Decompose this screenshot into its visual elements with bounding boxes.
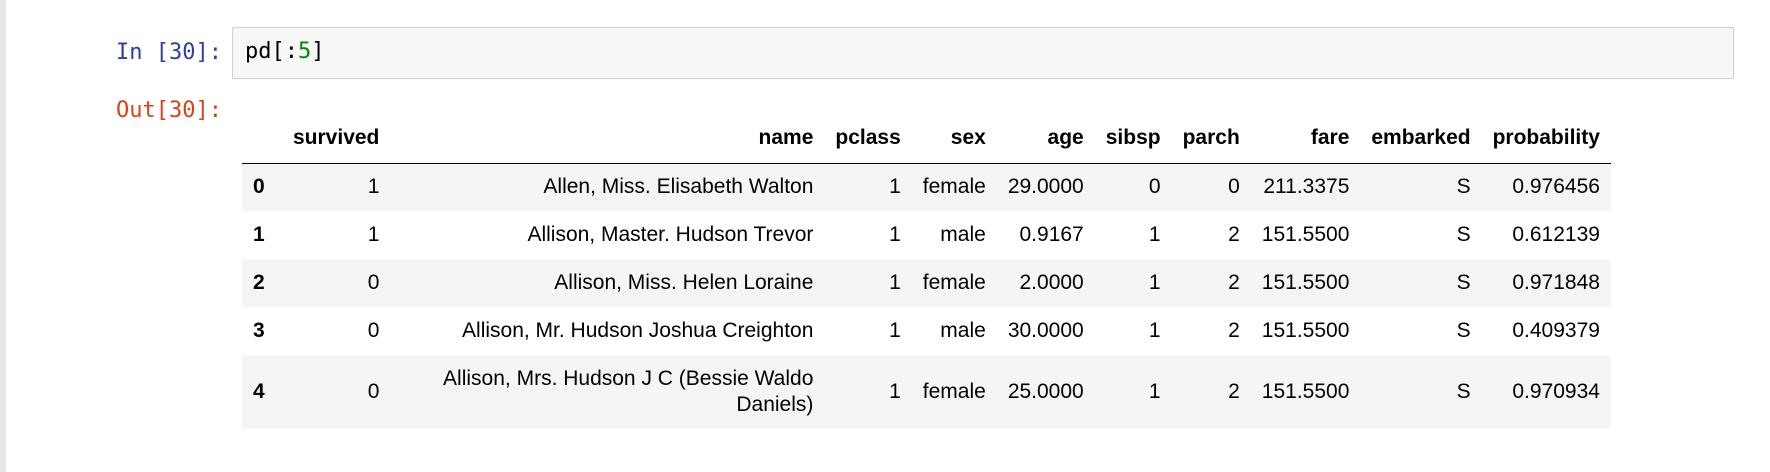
cell-pclass: 1: [889, 223, 901, 246]
cell-fare: 151.5500: [1261, 319, 1350, 342]
cell-sex: female: [922, 380, 986, 403]
cell-embarked: S: [1456, 271, 1471, 294]
cell-probability: 0.976456: [1512, 175, 1600, 199]
header-pclass: pclass: [824, 118, 912, 164]
cell-fare: 151.5500: [1261, 223, 1350, 246]
dataframe-table: survived name pclass sex age sibsp parch…: [242, 118, 1611, 429]
cell-age: 25.0000: [1007, 380, 1084, 403]
cell-probability: 0.971848: [1512, 271, 1600, 294]
cell-age: 0.9167: [1019, 223, 1084, 246]
notebook-area: In [30]: pd[:5] Out[30]: survived name p…: [6, 0, 1770, 472]
cell-sex: female: [922, 271, 986, 294]
header-probability: probability: [1481, 118, 1611, 164]
cell-pclass: 1: [889, 175, 901, 199]
cell-sex: female: [922, 175, 986, 199]
cell-sibsp: 1: [1148, 223, 1161, 246]
cell-survived: 0: [367, 271, 380, 294]
code-prefix: pd[:: [245, 39, 298, 64]
cell-sibsp: 0: [1148, 175, 1161, 199]
cell-embarked: S: [1456, 175, 1471, 199]
cell-pclass: 1: [889, 319, 901, 342]
cell-survived: 0: [367, 319, 380, 342]
cell-fare: 151.5500: [1261, 380, 1350, 403]
cell-survived: 1: [367, 223, 380, 246]
row-index: 0: [253, 175, 265, 199]
table-row: 0 1 Allen, Miss. Elisabeth Walton 1 fema…: [242, 163, 1611, 211]
cell-parch: 2: [1228, 319, 1240, 342]
cell-pclass: 1: [889, 271, 901, 294]
code-text[interactable]: pd[:5]: [245, 39, 324, 64]
header-fare: fare: [1250, 118, 1361, 164]
cell-embarked: S: [1456, 319, 1471, 342]
cell-embarked: S: [1456, 380, 1471, 403]
cell-parch: 0: [1228, 175, 1240, 199]
cell-parch: 2: [1228, 223, 1240, 246]
cell-fare: 151.5500: [1261, 271, 1350, 294]
cell-sibsp: 1: [1148, 319, 1161, 342]
header-name: name: [390, 118, 825, 164]
cell-name-line1: Allison, Mrs. Hudson J C (Bessie Waldo: [443, 367, 814, 390]
cell-sibsp: 1: [1148, 380, 1161, 403]
cell-age: 30.0000: [1007, 319, 1084, 342]
cell-name: Allison, Master. Hudson Trevor: [527, 223, 814, 246]
cell-age: 2.0000: [1019, 271, 1084, 294]
cell-name: Allison, Miss. Helen Loraine: [554, 271, 814, 294]
cell-name-line2: Daniels): [736, 393, 814, 416]
output-prompt: Out[30]:: [116, 98, 222, 123]
row-index: 4: [253, 380, 265, 403]
code-number: 5: [297, 39, 312, 64]
cell-fare: 211.3375: [1263, 175, 1350, 199]
cell-probability: 0.409379: [1512, 319, 1600, 342]
cell-parch: 2: [1228, 271, 1240, 294]
cell-name: Allison, Mr. Hudson Joshua Creighton: [462, 319, 814, 342]
cell-embarked: S: [1456, 223, 1471, 246]
code-suffix: ]: [311, 39, 325, 64]
table-row: 3 0 Allison, Mr. Hudson Joshua Creighton…: [242, 307, 1611, 355]
cell-sex: male: [940, 223, 986, 246]
row-index: 2: [253, 271, 265, 294]
row-index: 1: [253, 223, 265, 246]
header-parch: parch: [1171, 118, 1251, 164]
header-embarked: embarked: [1360, 118, 1482, 164]
header-age: age: [996, 118, 1095, 164]
header-survived: survived: [282, 118, 391, 164]
input-prompt: In [30]:: [116, 40, 222, 65]
code-cell-input[interactable]: pd[:5]: [232, 27, 1734, 79]
table-header-row: survived name pclass sex age sibsp parch…: [242, 118, 1611, 164]
cell-survived: 1: [367, 175, 380, 199]
table-row: 1 1 Allison, Master. Hudson Trevor 1 mal…: [242, 211, 1611, 259]
cell-probability: 0.970934: [1512, 380, 1600, 403]
row-index: 3: [253, 319, 265, 342]
cell-probability: 0.612139: [1512, 223, 1600, 246]
cell-age: 29.0000: [1007, 175, 1084, 199]
cell-sex: male: [940, 319, 986, 342]
cell-pclass: 1: [889, 380, 901, 403]
header-sibsp: sibsp: [1094, 118, 1172, 164]
cell-survived: 0: [367, 380, 380, 403]
cell-name: Allison, Mrs. Hudson J C (Bessie Waldo Da…: [390, 355, 824, 429]
table-row: 2 0 Allison, Miss. Helen Loraine 1 femal…: [242, 259, 1611, 307]
header-index: [242, 118, 282, 164]
header-sex: sex: [911, 118, 997, 164]
table-row: 4 0 Allison, Mrs. Hudson J C (Bessie Wal…: [242, 355, 1611, 429]
cell-parch: 2: [1228, 380, 1240, 403]
cell-sibsp: 1: [1148, 271, 1161, 294]
cell-name: Allen, Miss. Elisabeth Walton: [543, 175, 814, 199]
